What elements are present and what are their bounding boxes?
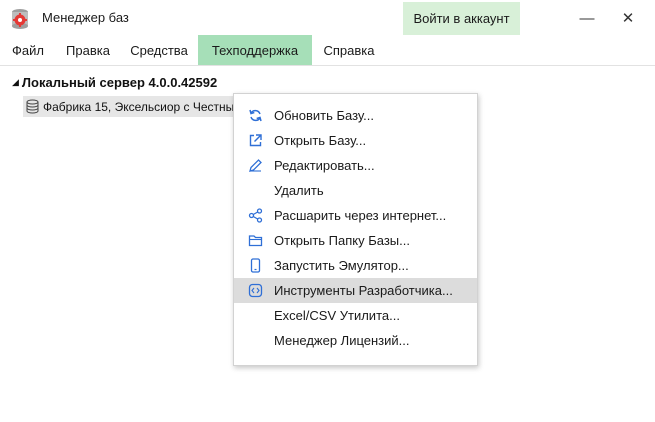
login-button[interactable]: Войти в аккаунт bbox=[403, 2, 520, 35]
menu-bar: Файл Правка Средства Техподдержка Справк… bbox=[0, 35, 655, 66]
server-label: Локальный сервер 4.0.0.42592 bbox=[21, 75, 218, 90]
tree-server-node[interactable]: ◢ Локальный сервер 4.0.0.42592 bbox=[12, 75, 217, 90]
open-external-icon bbox=[249, 134, 262, 147]
context-menu: Обновить Базу... Открыть Базу... Редакти… bbox=[233, 93, 478, 366]
menu-item-edit[interactable]: Редактировать... bbox=[234, 153, 477, 178]
menu-item-refresh-db[interactable]: Обновить Базу... bbox=[234, 103, 477, 128]
menu-item-open-db[interactable]: Открыть Базу... bbox=[234, 128, 477, 153]
menu-help[interactable]: Справка bbox=[314, 35, 384, 65]
menu-item-label: Excel/CSV Утилита... bbox=[274, 308, 400, 323]
minimize-button[interactable]: — bbox=[572, 6, 602, 30]
menu-item-label: Инструменты Разработчика... bbox=[274, 283, 453, 298]
menu-item-label: Запустить Эмулятор... bbox=[274, 258, 409, 273]
menu-item-label: Редактировать... bbox=[274, 158, 375, 173]
app-logo-icon bbox=[12, 9, 28, 29]
menu-tools[interactable]: Средства bbox=[123, 35, 195, 65]
folder-icon bbox=[248, 235, 263, 247]
expand-arrow-icon[interactable]: ◢ bbox=[12, 77, 19, 88]
menu-item-label: Расшарить через интернет... bbox=[274, 208, 447, 223]
menu-item-label: Удалить bbox=[274, 183, 324, 198]
menu-item-label: Обновить Базу... bbox=[274, 108, 374, 123]
title-bar: Менеджер баз Войти в аккаунт — ✕ bbox=[0, 0, 655, 36]
share-icon bbox=[248, 208, 263, 223]
menu-item-delete[interactable]: Удалить bbox=[234, 178, 477, 203]
menu-item-share[interactable]: Расшарить через интернет... bbox=[234, 203, 477, 228]
refresh-icon bbox=[249, 109, 262, 122]
window-title: Менеджер баз bbox=[42, 10, 129, 25]
menu-edit[interactable]: Правка bbox=[57, 35, 119, 65]
menu-item-label: Открыть Базу... bbox=[274, 133, 367, 148]
pencil-icon bbox=[249, 159, 262, 172]
menu-item-license-manager[interactable]: Менеджер Лицензий... bbox=[234, 328, 477, 353]
menu-item-developer-tools[interactable]: Инструменты Разработчика... bbox=[234, 278, 477, 303]
menu-item-label: Менеджер Лицензий... bbox=[274, 333, 410, 348]
menu-item-label: Открыть Папку Базы... bbox=[274, 233, 410, 248]
database-icon bbox=[26, 99, 39, 114]
menu-item-run-emulator[interactable]: Запустить Эмулятор... bbox=[234, 253, 477, 278]
menu-item-excel-csv[interactable]: Excel/CSV Утилита... bbox=[234, 303, 477, 328]
close-button[interactable]: ✕ bbox=[613, 6, 643, 30]
menu-file[interactable]: Файл bbox=[5, 35, 51, 65]
developer-tools-icon bbox=[248, 283, 263, 298]
tree-database-node[interactable]: Фабрика 15, Эксельсиор с Честным bbox=[23, 96, 235, 117]
menu-support[interactable]: Техподдержка bbox=[198, 35, 312, 65]
phone-icon bbox=[250, 258, 261, 273]
menu-item-open-folder[interactable]: Открыть Папку Базы... bbox=[234, 228, 477, 253]
database-label: Фабрика 15, Эксельсиор с Честным bbox=[43, 99, 235, 114]
